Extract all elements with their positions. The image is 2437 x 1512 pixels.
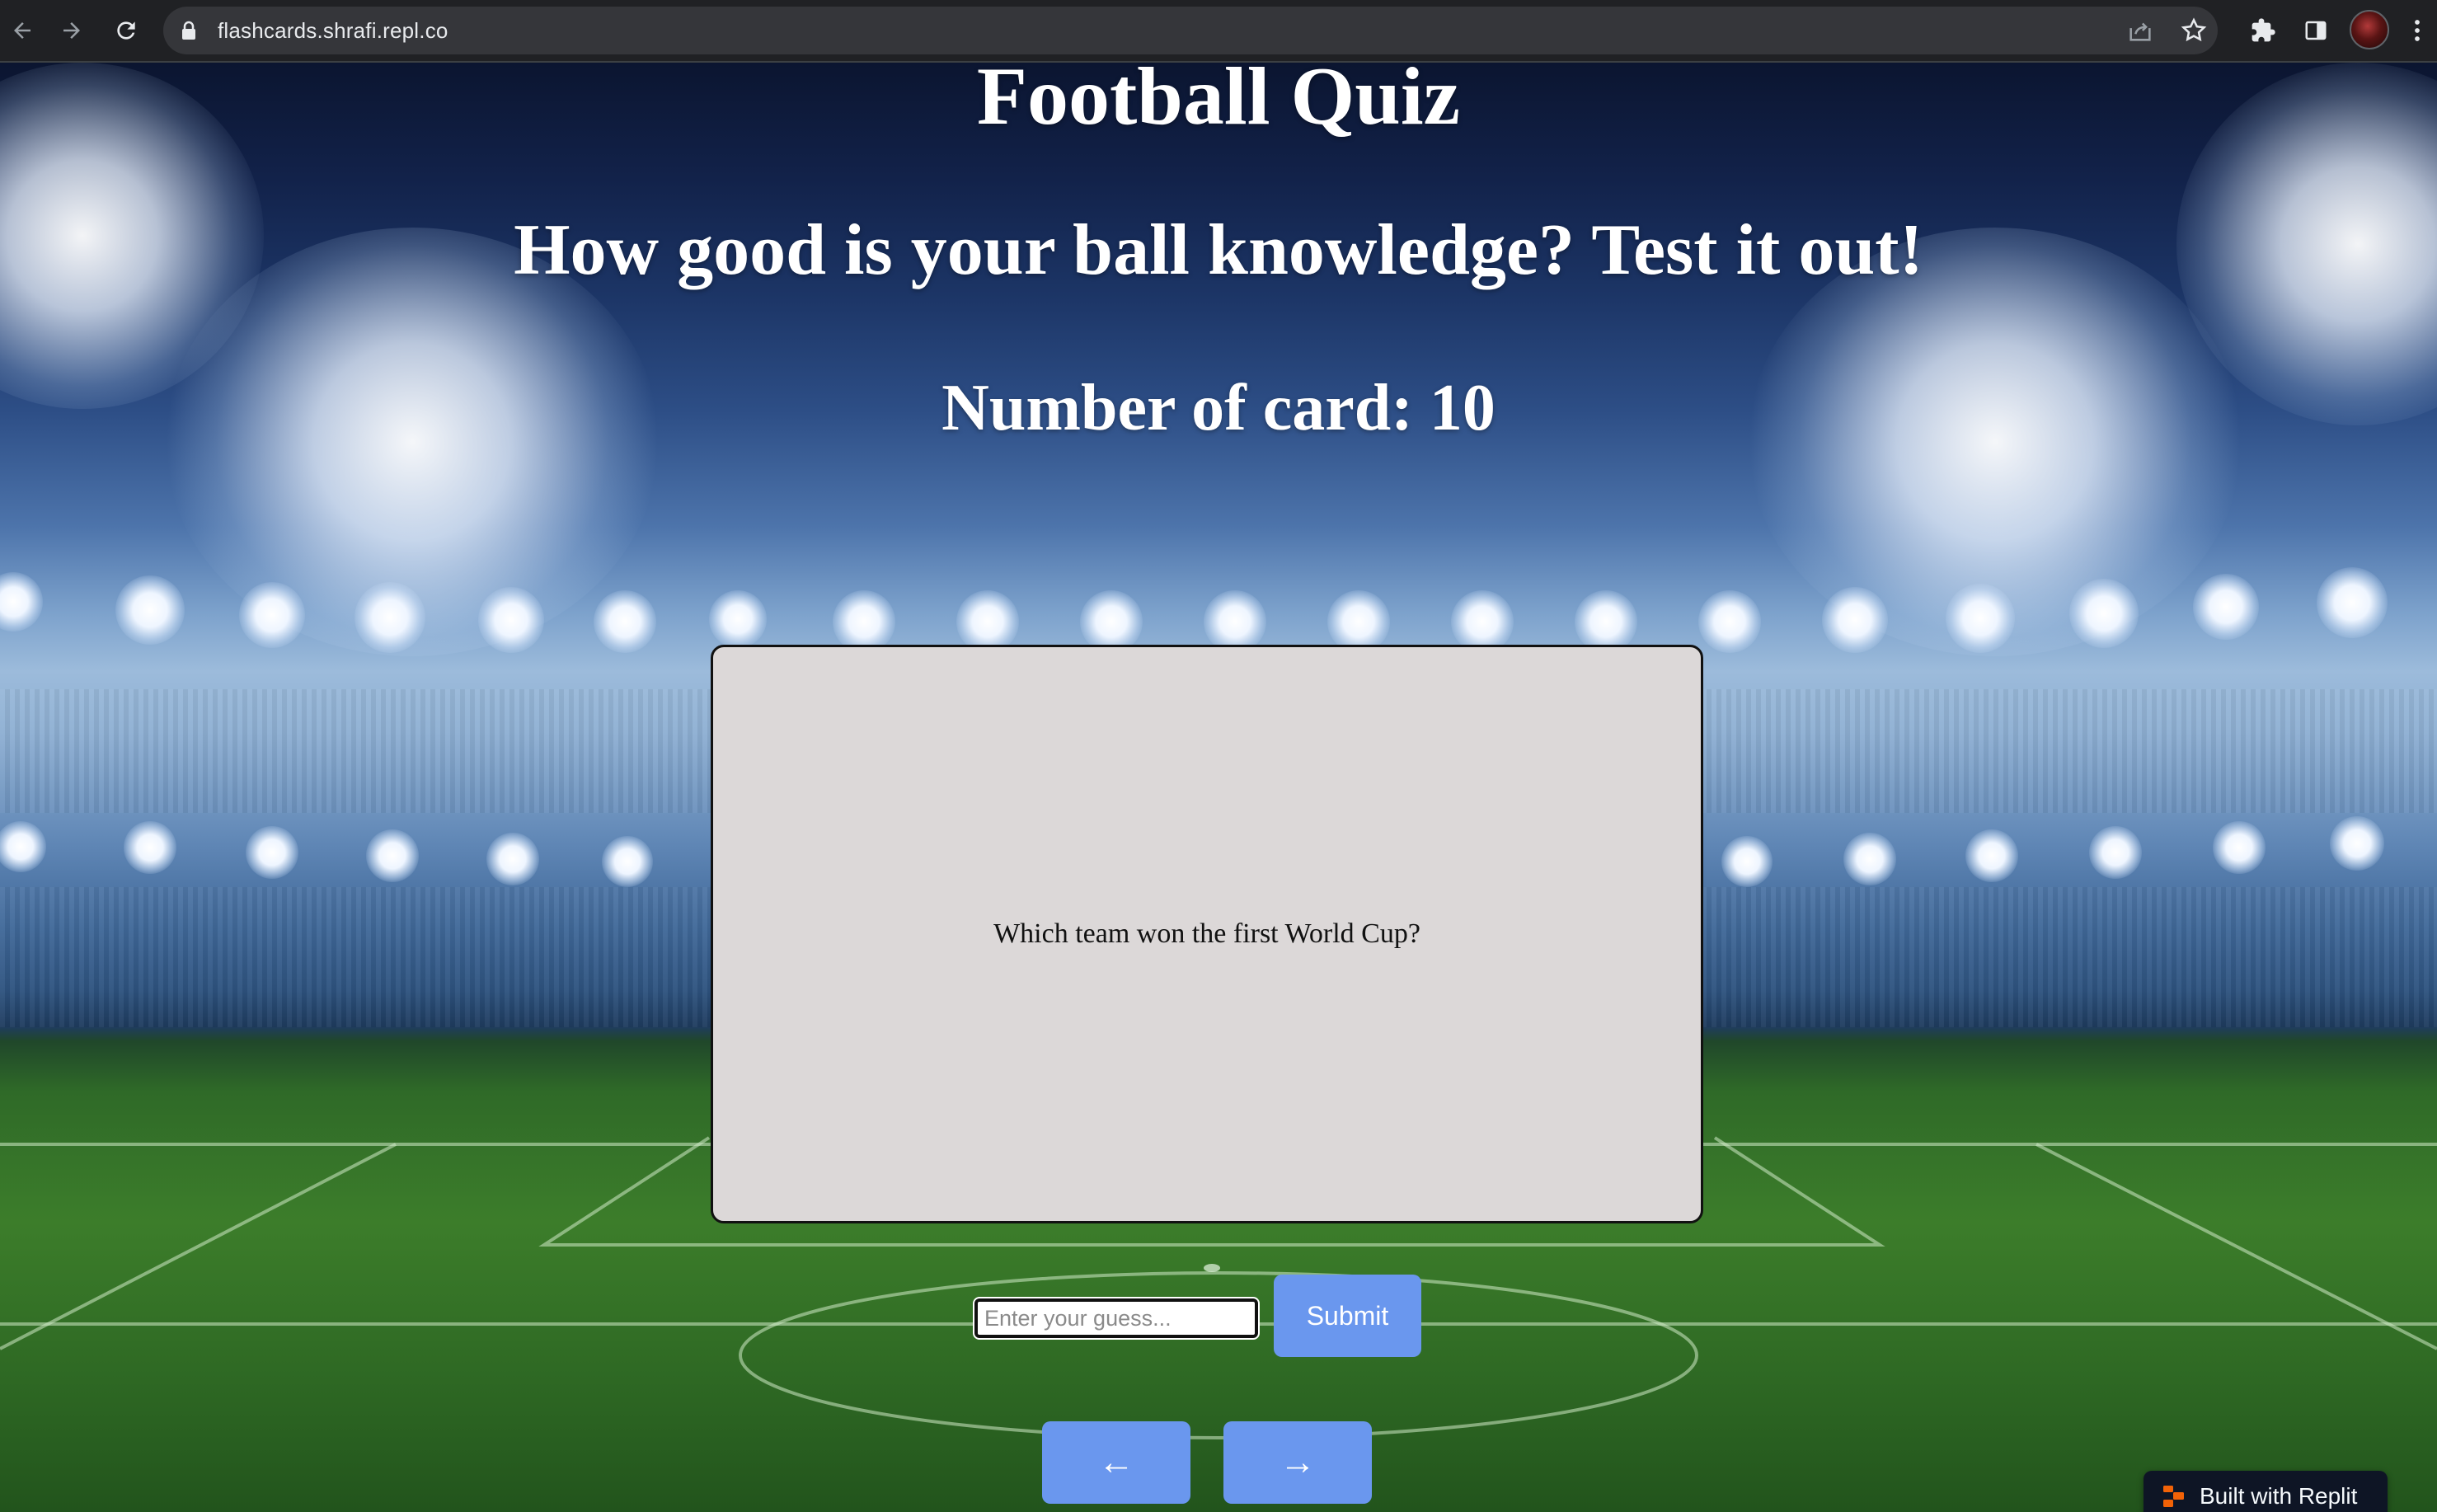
badge-label: Built with Replit (2200, 1483, 2358, 1509)
back-arrow-icon[interactable] (2, 10, 43, 51)
profile-avatar[interactable] (2350, 10, 2389, 49)
extensions-icon[interactable] (2242, 10, 2284, 51)
next-card-button[interactable]: → (1223, 1421, 1372, 1504)
page-subtitle: How good is your ball knowledge? Test it… (514, 210, 1923, 290)
url-text: flashcards.shrafi.repl.co (218, 18, 448, 43)
guess-input[interactable] (973, 1297, 1260, 1340)
stadium-background: Football Quiz How good is your ball know… (0, 63, 2437, 1512)
page-title: Football Quiz (976, 63, 1461, 142)
lock-icon (180, 21, 198, 45)
share-icon[interactable] (2126, 16, 2154, 45)
submit-button[interactable]: Submit (1274, 1275, 1421, 1357)
browser-toolbar: flashcards.shrafi.repl.co (0, 0, 2437, 63)
previous-card-button[interactable]: ← (1042, 1421, 1190, 1504)
card-count: Number of card: 10 (941, 372, 1496, 444)
reload-icon[interactable] (106, 10, 147, 51)
built-with-replit-badge[interactable]: Built with Replit (2144, 1471, 2388, 1512)
flashcard[interactable]: Which team won the first World Cup? (711, 645, 1703, 1223)
forward-arrow-icon[interactable] (51, 10, 92, 51)
more-menu-icon[interactable] (2401, 10, 2434, 51)
replit-logo-icon (2163, 1486, 2184, 1507)
star-icon[interactable] (2180, 16, 2208, 45)
flashcard-question: Which team won the first World Cup? (993, 918, 1420, 949)
side-panel-icon[interactable] (2295, 10, 2336, 51)
address-bar[interactable]: flashcards.shrafi.repl.co (163, 7, 2218, 54)
